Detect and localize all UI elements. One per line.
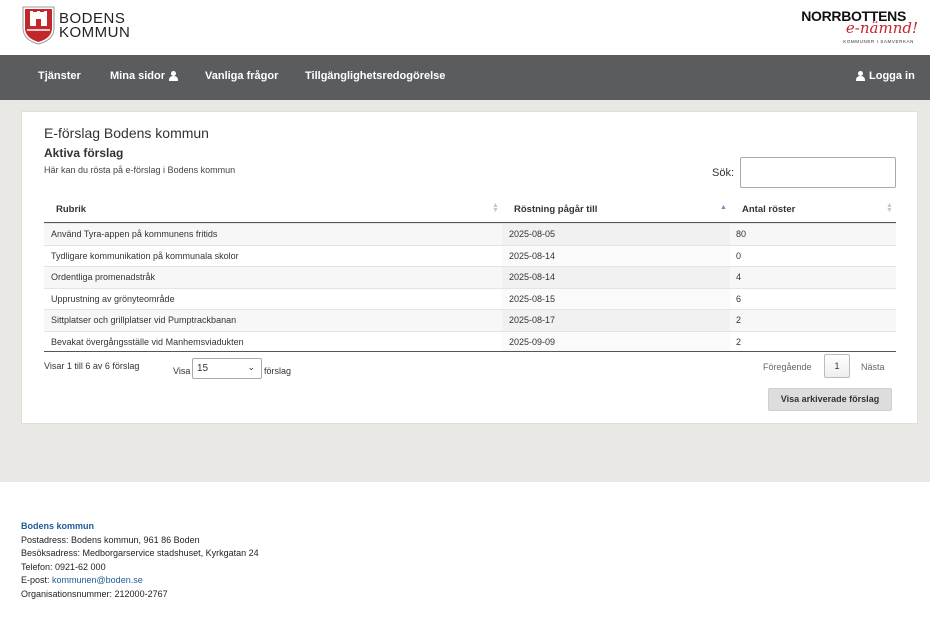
cell-date: 2025-08-05 — [509, 229, 556, 239]
nav-item-mina-sidor[interactable]: Mina sidor — [110, 70, 179, 82]
next-page-button[interactable]: Nästa — [861, 362, 885, 372]
cell-date: 2025-08-17 — [509, 315, 556, 325]
norrbottens-tagline: KOMMUNER I SAMVERKAN — [843, 39, 914, 44]
cell-votes: 6 — [736, 293, 742, 304]
cell-rubrik[interactable]: Ordentliga promenadstråk — [51, 272, 155, 282]
page-size-value: 15 — [197, 363, 209, 374]
sort-both-icon[interactable]: ▲ ▼ — [886, 202, 893, 214]
footer-phone: Telefon: 0921-62 000 — [21, 561, 106, 572]
cell-rubrik[interactable]: Bevakat övergångsställe vid Manhemsviadu… — [51, 337, 244, 347]
footer-email-label: E-post: — [21, 575, 53, 586]
footer-email-link[interactable]: kommunen@boden.se — [52, 575, 143, 585]
nav-item-label: Tillgänglighetsredogörelse — [305, 70, 446, 82]
column-header-rostning[interactable]: Röstning pågår till — [514, 204, 597, 215]
cell-votes: 0 — [736, 250, 742, 261]
user-icon — [856, 71, 865, 81]
search-label: Sök: — [712, 167, 735, 179]
table-row: Upprustning av grönyteområde 2025-08-15 … — [44, 287, 896, 309]
page-1-button[interactable]: 1 — [824, 354, 850, 378]
logo-text: BODENS KOMMUN — [59, 11, 131, 41]
footer-postal-address: Postadress: Bodens kommun, 961 86 Boden — [21, 534, 200, 545]
cell-rubrik[interactable]: Använd Tyra-appen på kommunens fritids — [51, 229, 217, 239]
search-input[interactable] — [740, 157, 896, 188]
nav-item-label: Mina sidor — [110, 70, 166, 82]
cell-rubrik[interactable]: Sittplatser och grillplatser vid Pumptra… — [51, 315, 236, 325]
enamnd-subtitle: e-nämnd! — [845, 19, 918, 37]
chevron-down-icon: ⌄ — [247, 362, 255, 372]
site-footer: Bodens kommun Postadress: Bodens kommun,… — [21, 520, 259, 602]
footer-org-name: Bodens kommun — [21, 521, 95, 531]
previous-page-button[interactable]: Föregående — [763, 362, 812, 372]
cell-date: 2025-08-15 — [509, 293, 556, 304]
page-title: E-förslag Bodens kommun — [44, 125, 209, 141]
bodens-logo[interactable]: BODENS KOMMUN — [22, 6, 130, 45]
page-description: Här kan du rösta på e-förslag i Bodens k… — [44, 165, 236, 175]
sort-both-icon[interactable]: ▲ ▼ — [492, 202, 499, 214]
page-size-suffix: förslag — [264, 366, 292, 376]
page-size-select[interactable]: 15 ⌄ — [192, 358, 262, 379]
page-size-label: Visa — [173, 366, 191, 376]
cell-rubrik[interactable]: Upprustning av grönyteområde — [51, 294, 175, 304]
nav-item-label: Vanliga frågor — [205, 70, 279, 82]
footer-visit-address: Besöksadress: Medborgarservice stadshuse… — [21, 548, 259, 559]
table-row: Tydligare kommunikation på kommunala sko… — [44, 244, 896, 266]
table-row: Använd Tyra-appen på kommunens fritids 2… — [44, 223, 896, 245]
table-bottom-border — [44, 351, 896, 352]
cell-votes: 2 — [736, 336, 742, 347]
table-row: Sittplatser och grillplatser vid Pumptra… — [44, 309, 896, 331]
site-header: BODENS KOMMUN NORRBOTTENS e-nämnd! KOMMU… — [0, 0, 930, 55]
login-label: Logga in — [869, 70, 915, 82]
cell-date: 2025-08-14 — [509, 272, 556, 282]
table-row: Bevakat övergångsställe vid Manhemsviadu… — [44, 330, 896, 352]
cell-rubrik[interactable]: Tydligare kommunikation på kommunala sko… — [51, 251, 239, 261]
table-info: Visar 1 till 6 av 6 förslag — [44, 361, 140, 371]
page-subtitle: Aktiva förslag — [44, 146, 124, 160]
cell-votes: 4 — [736, 272, 742, 282]
cell-votes: 80 — [736, 229, 747, 239]
nav-item-tjanster[interactable]: Tjänster — [38, 70, 81, 82]
user-icon — [169, 71, 179, 81]
table-header: Rubrik ▲ ▼ Röstning pågår till ▲ Antal rö… — [44, 196, 896, 223]
crest-icon — [22, 6, 55, 45]
cell-date: 2025-08-14 — [509, 250, 556, 261]
footer-org-number: Organisationsnummer: 212000-2767 — [21, 588, 168, 599]
nav-item-tillganglighet[interactable]: Tillgänglighetsredogörelse — [305, 70, 445, 82]
table-row: Ordentliga promenadstråk 2025-08-14 4 — [44, 266, 896, 288]
login-link[interactable]: Logga in — [856, 70, 915, 82]
column-header-rubrik[interactable]: Rubrik — [56, 204, 86, 215]
norrbottens-logo[interactable]: NORRBOTTENS e-nämnd! KOMMUNER I SAMVERKA… — [801, 8, 918, 46]
cell-date: 2025-09-09 — [509, 336, 556, 347]
sort-asc-icon[interactable]: ▲ — [720, 204, 727, 211]
column-header-antal[interactable]: Antal röster — [742, 204, 795, 215]
nav-item-label: Tjänster — [38, 70, 81, 82]
main-navigation: Tjänster Mina sidor Vanliga frågor Tillg… — [0, 55, 930, 100]
show-archived-button[interactable]: Visa arkiverade förslag — [768, 388, 892, 411]
footer-email-line: E-post: kommunen@boden.se — [21, 574, 259, 588]
nav-item-vanliga-fragor[interactable]: Vanliga frågor — [205, 70, 278, 82]
logo-line-2: KOMMUN — [59, 23, 131, 41]
cell-votes: 2 — [736, 315, 742, 325]
